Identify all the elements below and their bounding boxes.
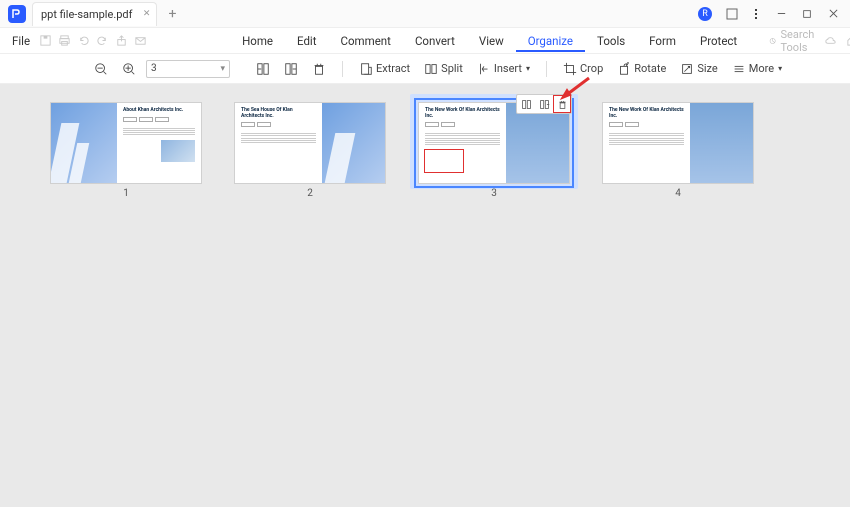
share-icon[interactable] [115, 33, 128, 49]
split-right-icon[interactable] [280, 60, 302, 78]
title-bar: ppt file-sample.pdf ✕ + R [0, 0, 850, 28]
rotate-button[interactable]: Rotate [613, 60, 670, 78]
home-icon[interactable] [844, 33, 850, 49]
insert-button[interactable]: Insert▾ [473, 60, 534, 78]
highlight-annotation [424, 149, 464, 173]
thumb-title: The New Work Of Klan Architects Inc. [609, 108, 684, 119]
thumb-title: The New Work Of Klan Architects Inc. [425, 108, 500, 119]
save-icon[interactable] [39, 33, 52, 49]
email-icon[interactable] [134, 33, 147, 49]
extract-button[interactable]: Extract [355, 60, 414, 78]
close-window-button[interactable] [825, 7, 841, 21]
menu-edit[interactable]: Edit [285, 30, 328, 52]
page-number-input[interactable]: 3 [146, 60, 230, 78]
page-number-label: 1 [123, 188, 129, 199]
window-detach-icon[interactable] [725, 7, 739, 21]
split-left-icon[interactable] [252, 60, 274, 78]
new-tab-button[interactable]: + [163, 6, 181, 22]
thumb-title: About Khan Architects Inc. [123, 108, 195, 114]
more-button[interactable]: More▾ [728, 60, 786, 78]
app-icon [8, 5, 26, 23]
crop-button[interactable]: Crop [559, 60, 607, 78]
delete-page-button[interactable] [308, 60, 330, 78]
user-avatar[interactable]: R [698, 7, 712, 21]
menu-home[interactable]: Home [230, 30, 285, 52]
search-placeholder: Search Tools [781, 28, 820, 54]
quick-insert-left-icon[interactable] [517, 95, 535, 113]
document-tab[interactable]: ppt file-sample.pdf ✕ [32, 2, 157, 26]
separator [342, 61, 343, 77]
annotation-arrow [559, 76, 591, 105]
page-thumbnails-canvas: About Khan Architects Inc. 1 The Sea Hou… [0, 84, 850, 507]
undo-icon[interactable] [77, 33, 90, 49]
zoom-out-button[interactable] [90, 60, 112, 78]
menu-organize[interactable]: Organize [516, 30, 585, 52]
page-thumbnail-2[interactable]: The Sea House Of Klan Architects Inc. 2 [234, 102, 386, 199]
redo-icon[interactable] [96, 33, 109, 49]
quick-insert-right-icon[interactable] [535, 95, 553, 113]
menu-convert[interactable]: Convert [403, 30, 467, 52]
print-icon[interactable] [58, 33, 71, 49]
size-button[interactable]: Size [676, 60, 721, 78]
kebab-menu-icon[interactable] [749, 7, 763, 21]
page-number-label: 4 [675, 188, 681, 199]
file-menu[interactable]: File [6, 34, 36, 48]
search-tools[interactable]: Search Tools [769, 28, 819, 54]
organize-toolbar: 3 Extract Split Insert▾ Crop Rotate Size… [0, 54, 850, 84]
menu-comment[interactable]: Comment [329, 30, 403, 52]
thumb-title: The Sea House Of Klan Architects Inc. [241, 108, 316, 119]
menu-bar: File Home Edit Comment Convert View Orga… [0, 28, 850, 54]
tab-label: ppt file-sample.pdf [41, 8, 132, 21]
page-thumbnail-1[interactable]: About Khan Architects Inc. 1 [50, 102, 202, 199]
separator [546, 61, 547, 77]
page-number-label: 3 [491, 188, 497, 199]
page-thumbnail-3[interactable]: The New Work Of Klan Architects Inc. 3 [418, 102, 570, 199]
maximize-button[interactable] [799, 7, 815, 21]
main-menu: Home Edit Comment Convert View Organize … [230, 30, 749, 52]
close-tab-icon[interactable]: ✕ [143, 9, 151, 19]
page-thumbnail-4[interactable]: The New Work Of Klan Architects Inc. 4 [602, 102, 754, 199]
page-number-label: 2 [307, 188, 313, 199]
menu-protect[interactable]: Protect [688, 30, 749, 52]
menu-view[interactable]: View [467, 30, 516, 52]
menu-tools[interactable]: Tools [585, 30, 637, 52]
zoom-in-button[interactable] [118, 60, 140, 78]
minimize-button[interactable] [773, 7, 789, 21]
split-button[interactable]: Split [420, 60, 467, 78]
menu-form[interactable]: Form [637, 30, 688, 52]
cloud-icon[interactable] [822, 33, 838, 49]
